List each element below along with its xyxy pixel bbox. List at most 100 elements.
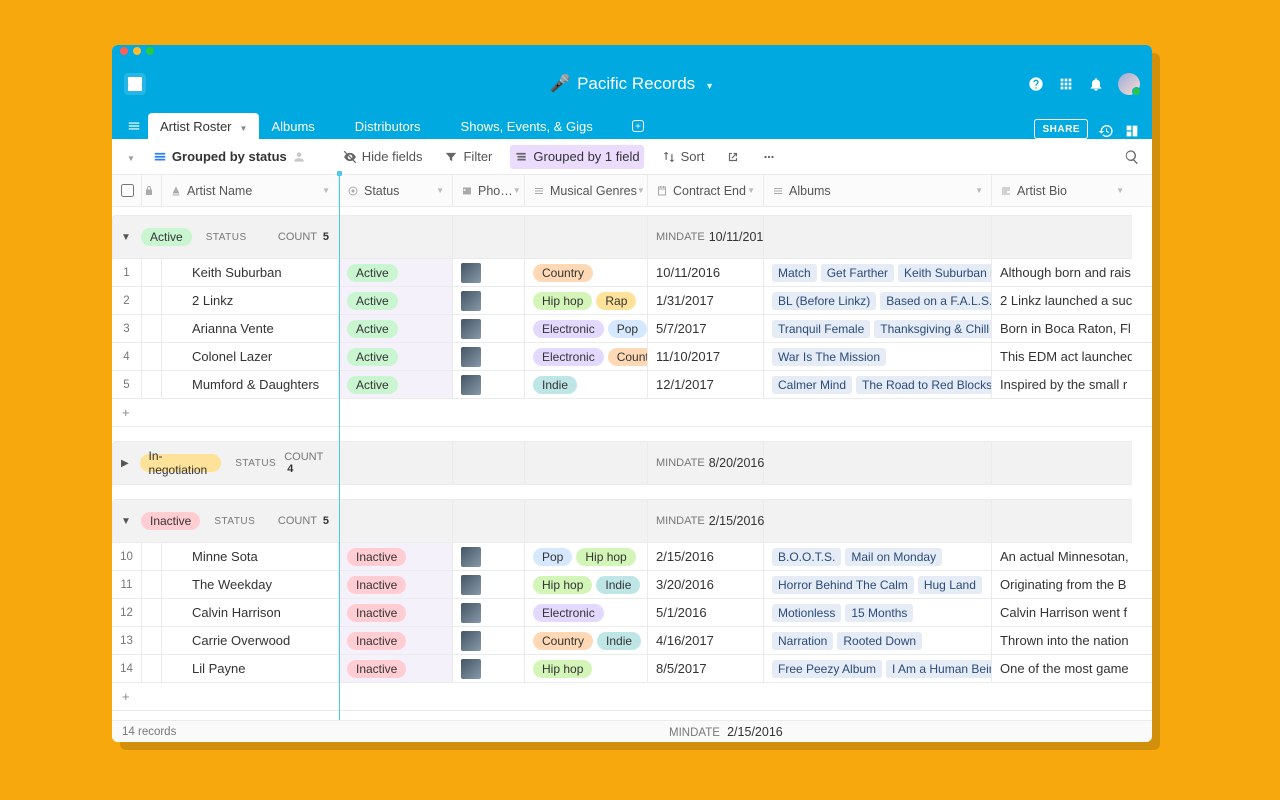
column-photo[interactable]: Pho… <box>453 175 525 206</box>
table-row[interactable]: 3Arianna VenteActiveElectronicPop5/7/201… <box>112 315 1152 343</box>
cell-photo[interactable] <box>453 259 525 286</box>
apps-grid-icon[interactable] <box>1058 76 1074 92</box>
cell-artist-name[interactable]: The Weekday <box>162 571 339 598</box>
more-options-icon[interactable] <box>758 145 780 169</box>
filter-button[interactable]: Filter <box>440 145 496 169</box>
cell-status[interactable]: Active <box>339 315 453 342</box>
cell-bio[interactable]: One of the most game <box>992 655 1132 682</box>
frozen-columns-divider[interactable] <box>339 175 340 720</box>
cell-status[interactable]: Active <box>339 343 453 370</box>
cell-status[interactable]: Inactive <box>339 543 453 570</box>
cell-contract-end[interactable]: 1/31/2017 <box>648 287 764 314</box>
cell-genres[interactable]: CountryIndie <box>525 627 648 654</box>
blocks-icon[interactable] <box>1124 123 1140 139</box>
cell-genres[interactable]: Hip hop <box>525 655 648 682</box>
cell-status[interactable]: Inactive <box>339 655 453 682</box>
cell-genres[interactable]: Hip hopIndie <box>525 571 648 598</box>
collapse-views-icon[interactable] <box>124 149 135 164</box>
cell-bio[interactable]: An actual Minnesotan, <box>992 543 1132 570</box>
add-row-button[interactable]: + <box>112 399 1152 427</box>
cell-status[interactable]: Active <box>339 287 453 314</box>
cell-albums[interactable]: Tranquil FemaleThanksgiving & Chill <box>764 315 992 342</box>
column-status[interactable]: Status <box>339 175 453 206</box>
cell-contract-end[interactable]: 4/16/2017 <box>648 627 764 654</box>
column-albums[interactable]: Albums <box>764 175 992 206</box>
cell-artist-name[interactable]: Colonel Lazer <box>162 343 339 370</box>
column-bio[interactable]: Artist Bio <box>992 175 1132 206</box>
base-title-dropdown[interactable]: 🎤 Pacific Records <box>550 74 714 94</box>
user-avatar[interactable] <box>1118 73 1140 95</box>
cell-bio[interactable]: Born in Boca Raton, Fl <box>992 315 1132 342</box>
view-switcher[interactable]: Grouped by status <box>149 145 310 169</box>
add-table-button[interactable] <box>627 115 649 137</box>
cell-photo[interactable] <box>453 571 525 598</box>
search-icon[interactable] <box>1124 149 1140 165</box>
cell-contract-end[interactable]: 8/5/2017 <box>648 655 764 682</box>
sidebar-toggle-icon[interactable] <box>124 116 144 136</box>
tab-artist-roster[interactable]: Artist Roster <box>148 113 259 139</box>
table-row[interactable]: 22 LinkzActiveHip hopRap1/31/2017BL (Bef… <box>112 287 1152 315</box>
cell-bio[interactable]: This EDM act launched <box>992 343 1132 370</box>
cell-contract-end[interactable]: 10/11/2016 <box>648 259 764 286</box>
cell-artist-name[interactable]: Arianna Vente <box>162 315 339 342</box>
table-row[interactable]: 5Mumford & DaughtersActiveIndie12/1/2017… <box>112 371 1152 399</box>
cell-bio[interactable]: Thrown into the nation <box>992 627 1132 654</box>
window-close-button[interactable] <box>120 47 128 55</box>
cell-albums[interactable]: MatchGet FartherKeith Suburban in <box>764 259 992 286</box>
cell-artist-name[interactable]: 2 Linkz <box>162 287 339 314</box>
cell-contract-end[interactable]: 3/20/2016 <box>648 571 764 598</box>
cell-albums[interactable]: Motionless15 Months <box>764 599 992 626</box>
cell-photo[interactable] <box>453 543 525 570</box>
cell-genres[interactable]: Hip hopRap <box>525 287 648 314</box>
cell-artist-name[interactable]: Carrie Overwood <box>162 627 339 654</box>
table-row[interactable]: 12Calvin HarrisonInactiveElectronic5/1/2… <box>112 599 1152 627</box>
cell-status[interactable]: Active <box>339 371 453 398</box>
cell-albums[interactable]: B.O.O.T.S.Mail on Monday <box>764 543 992 570</box>
select-all-checkbox[interactable] <box>112 175 142 206</box>
column-contract-end[interactable]: Contract End <box>648 175 764 206</box>
group-toggle-icon[interactable]: ▼ <box>121 232 133 243</box>
tab-albums[interactable]: Albums <box>259 113 326 139</box>
history-icon[interactable] <box>1098 123 1114 139</box>
window-minimize-button[interactable] <box>133 47 141 55</box>
cell-albums[interactable]: Free Peezy AlbumI Am a Human Being <box>764 655 992 682</box>
cell-artist-name[interactable]: Keith Suburban <box>162 259 339 286</box>
cell-albums[interactable]: Calmer MindThe Road to Red Blocks <box>764 371 992 398</box>
cell-contract-end[interactable]: 5/7/2017 <box>648 315 764 342</box>
cell-albums[interactable]: NarrationRooted Down <box>764 627 992 654</box>
cell-genres[interactable]: ElectronicPop <box>525 315 648 342</box>
cell-artist-name[interactable]: Mumford & Daughters <box>162 371 339 398</box>
group-toggle-icon[interactable]: ▼ <box>121 516 133 527</box>
cell-bio[interactable]: Calvin Harrison went f <box>992 599 1132 626</box>
cell-photo[interactable] <box>453 627 525 654</box>
table-row[interactable]: 11The WeekdayInactiveHip hopIndie3/20/20… <box>112 571 1152 599</box>
share-button[interactable]: SHARE <box>1034 119 1088 139</box>
column-artist-name[interactable]: Artist Name <box>162 175 339 206</box>
cell-artist-name[interactable]: Calvin Harrison <box>162 599 339 626</box>
cell-genres[interactable]: PopHip hop <box>525 543 648 570</box>
sort-button[interactable]: Sort <box>658 145 709 169</box>
column-genres[interactable]: Musical Genres <box>525 175 648 206</box>
cell-photo[interactable] <box>453 371 525 398</box>
cell-photo[interactable] <box>453 655 525 682</box>
cell-status[interactable]: Inactive <box>339 571 453 598</box>
tab-distributors[interactable]: Distributors <box>343 113 433 139</box>
cell-contract-end[interactable]: 12/1/2017 <box>648 371 764 398</box>
app-logo-icon[interactable] <box>124 73 146 95</box>
window-zoom-button[interactable] <box>146 47 154 55</box>
cell-photo[interactable] <box>453 599 525 626</box>
cell-bio[interactable]: Although born and rais <box>992 259 1132 286</box>
table-row[interactable]: 1Keith SuburbanActiveCountry10/11/2016Ma… <box>112 259 1152 287</box>
table-row[interactable]: 10Minne SotaInactivePopHip hop2/15/2016B… <box>112 543 1152 571</box>
add-row-button[interactable]: + <box>112 683 1152 711</box>
cell-status[interactable]: Inactive <box>339 627 453 654</box>
cell-albums[interactable]: BL (Before Linkz)Based on a F.A.L.S.E <box>764 287 992 314</box>
cell-artist-name[interactable]: Minne Sota <box>162 543 339 570</box>
share-view-icon[interactable] <box>722 145 744 169</box>
cell-contract-end[interactable]: 11/10/2017 <box>648 343 764 370</box>
cell-photo[interactable] <box>453 343 525 370</box>
table-row[interactable]: 13Carrie OverwoodInactiveCountryIndie4/1… <box>112 627 1152 655</box>
tab-shows-events-gigs[interactable]: Shows, Events, & Gigs <box>449 113 605 139</box>
cell-albums[interactable]: Horror Behind The CalmHug Land <box>764 571 992 598</box>
cell-genres[interactable]: Electronic <box>525 599 648 626</box>
